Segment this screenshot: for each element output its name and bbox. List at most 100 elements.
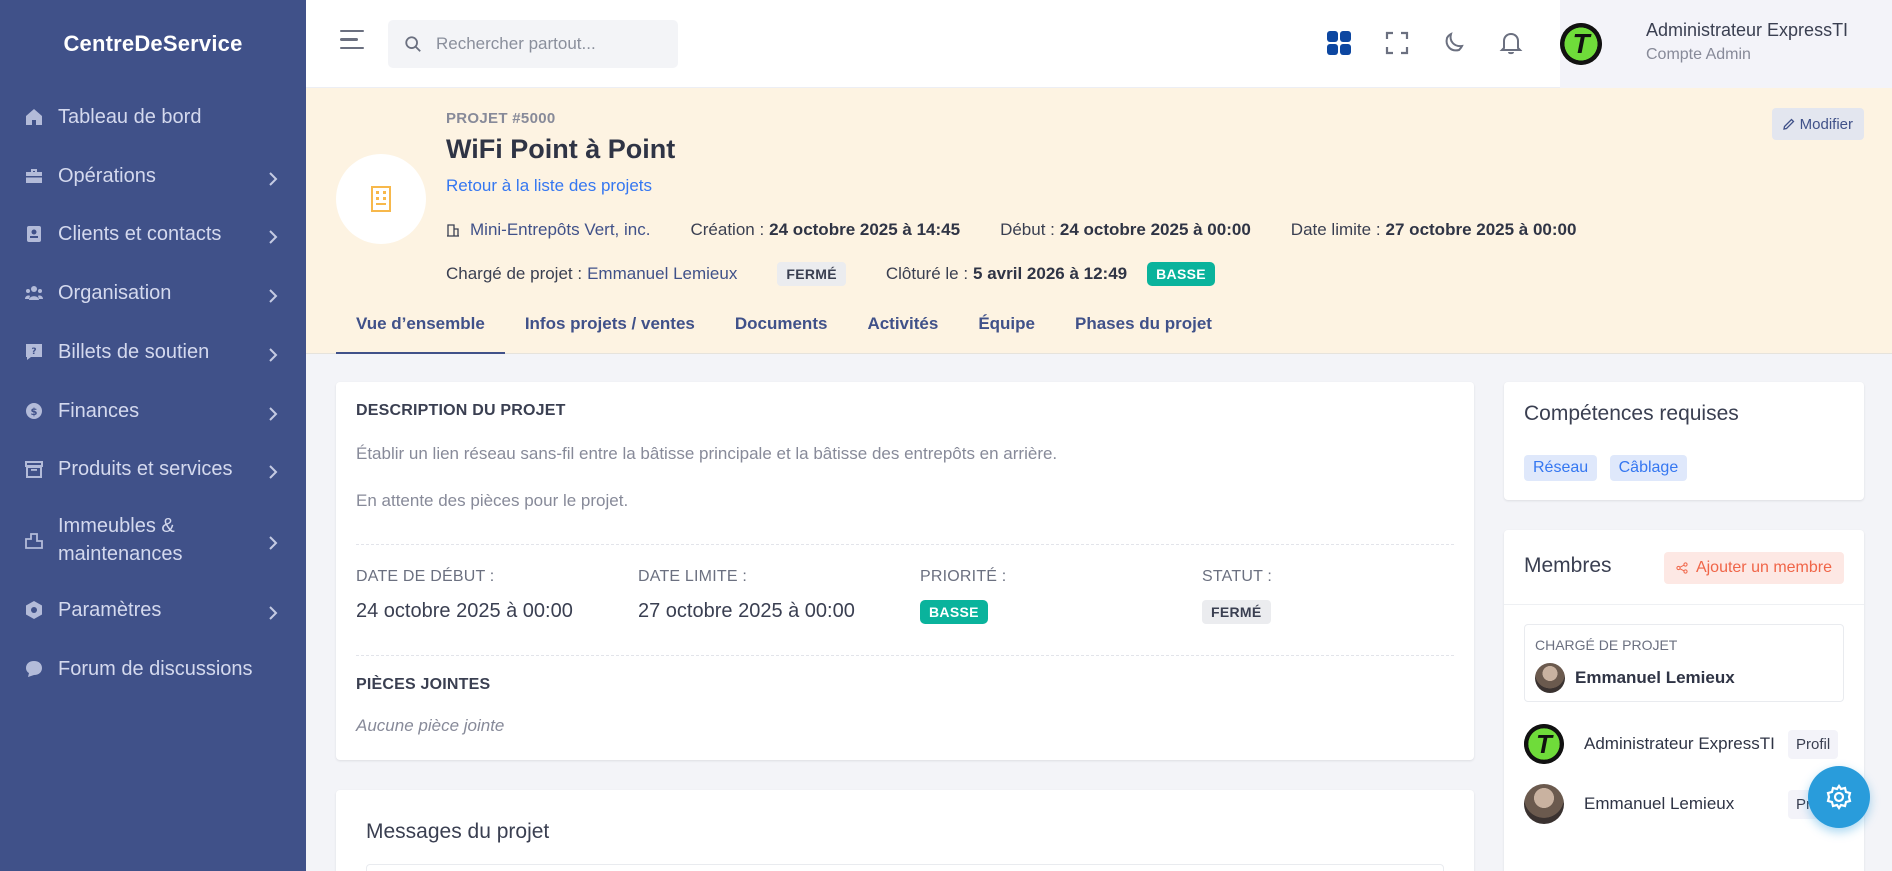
team-icon [24,283,44,303]
divider [1504,604,1864,605]
sidebar-item-tickets[interactable]: ? Billets de soutien [0,332,306,372]
status-block: STATUT : FERMÉ [1202,568,1272,624]
skills-title: Compétences requises [1524,402,1739,425]
ticket-icon: ? [24,342,44,362]
sidebar-item-finances[interactable]: $ Finances [0,391,306,431]
client-link[interactable]: Mini-Entrepôts Vert, inc. [470,220,650,240]
messages-title: Messages du projet [366,820,550,843]
user-avatar: T [1560,23,1602,65]
topbar: T Administrateur ExpressTI Compte Admin [306,0,1892,88]
chevron-right-icon [268,462,278,479]
chat-icon [24,659,44,679]
messages-card: Messages du projet [336,790,1474,871]
creation-label: Création : [690,220,765,239]
back-to-projects-link[interactable]: Retour à la liste des projets [446,176,652,196]
briefcase-icon [24,166,44,186]
sidebar-item-label: Opérations [58,165,156,187]
edit-button[interactable]: Modifier [1771,108,1864,140]
project-number: PROJET #5000 [446,110,556,127]
priority-badge: BASSE [1147,262,1215,286]
priority-label: PRIORITÉ : [920,568,1007,585]
skills-list: Réseau Câblage [1524,455,1695,481]
user-name: Administrateur ExpressTI [1646,20,1849,40]
manager-link[interactable]: Emmanuel Lemieux [587,264,737,284]
messages-panel [366,864,1444,871]
sidebar-item-forum[interactable]: Forum de discussions [0,649,306,689]
hamburger-menu-icon[interactable] [340,30,366,56]
start-label: Début : [1000,220,1055,239]
sidebar-item-dashboard[interactable]: Tableau de bord [0,97,306,137]
avatar: T [1524,724,1564,764]
tab-activities[interactable]: Activités [847,308,958,354]
tab-project-phases[interactable]: Phases du projet [1055,308,1232,354]
sidebar-item-label-line2: maintenances [58,543,183,565]
member-row: Emmanuel Lemieux [1524,784,1734,824]
sidebar-item-label: Finances [58,400,140,422]
tab-project-info-sales[interactable]: Infos projets / ventes [505,308,715,354]
edit-button-label: Modifier [1799,115,1853,133]
home-icon [24,107,44,127]
search-icon [405,36,421,52]
deadline-block: DATE LIMITE : 27 octobre 2025 à 00:00 [638,568,855,623]
start-date-label: DATE DE DÉBUT : [356,568,495,585]
tab-overview[interactable]: Vue d’ensemble [336,308,505,354]
user-menu[interactable]: T Administrateur ExpressTI Compte Admin [1560,0,1892,88]
deadline-value: 27 octobre 2025 à 00:00 [1385,220,1577,239]
deadline-label: Date limite : [1290,220,1381,239]
building-icon [24,530,44,550]
search-box [388,20,678,68]
manager-label: Chargé de projet : [446,264,583,283]
gear-icon [1826,784,1852,810]
tab-documents[interactable]: Documents [715,308,848,354]
manager-caption: CHARGÉ DE PROJET [1535,637,1678,653]
avatar [1535,663,1565,693]
tab-team[interactable]: Équipe [958,308,1055,354]
manager-row: Emmanuel Lemieux [1535,663,1735,693]
fullscreen-icon[interactable] [1382,28,1412,58]
svg-text:?: ? [31,347,36,357]
skill-tag: Réseau [1524,455,1598,481]
notification-bell-icon[interactable] [1496,28,1526,58]
sidebar-item-label: Paramètres [58,599,162,621]
chevron-right-icon [268,169,278,186]
members-title: Membres [1524,554,1612,577]
sidebar-item-label: Billets de soutien [58,341,210,363]
profile-button[interactable]: Profil [1788,730,1839,759]
sidebar-item-settings[interactable]: Paramètres [0,590,306,630]
apps-grid-icon[interactable] [1324,28,1354,58]
share-icon [1676,562,1688,574]
dark-mode-moon-icon[interactable] [1439,28,1469,58]
brand-logo[interactable]: CentreDeService [0,0,306,88]
description-title: DESCRIPTION DU PROJET [356,402,566,419]
skill-tag: Câblage [1609,455,1688,481]
customizer-settings-button[interactable] [1808,766,1870,828]
project-meta-row-1: Mini-Entrepôts Vert, inc. Création : 24 … [446,220,1576,240]
svg-text:$: $ [31,407,38,418]
add-member-button[interactable]: Ajouter un membre [1663,552,1844,584]
project-manager-box: CHARGÉ DE PROJET Emmanuel Lemieux [1524,624,1844,702]
sidebar-item-products[interactable]: Produits et services [0,449,306,489]
sidebar-item-organisation[interactable]: Organisation [0,273,306,313]
sidebar-item-operations[interactable]: Opérations [0,156,306,196]
building-icon [371,186,391,212]
contact-card-icon [24,224,44,244]
closed-value: 5 avril 2026 à 12:49 [973,264,1128,283]
sidebar-item-clients[interactable]: Clients et contacts [0,214,306,254]
attachments-title: PIÈCES JOINTES [356,676,491,693]
sidebar-item-buildings[interactable]: Immeubles & maintenances [0,510,306,570]
user-names: Administrateur ExpressTI Compte Admin [1646,20,1848,64]
sidebar: CentreDeService Tableau de bord Opératio… [0,0,306,871]
chevron-right-icon [268,533,278,550]
description-note: En attente des pièces pour le projet. [356,491,629,510]
start-date-value: 24 octobre 2025 à 00:00 [356,600,573,622]
deadline-value: 27 octobre 2025 à 00:00 [638,600,855,622]
project-header: PROJET #5000 WiFi Point à Point Retour à… [306,88,1892,354]
priority-block: PRIORITÉ : BASSE [920,568,1006,624]
description-text: Établir un lien réseau sans-fil entre la… [356,444,1058,463]
sidebar-item-label: Produits et services [58,458,233,480]
search-input[interactable] [436,34,656,54]
status-badge: FERMÉ [777,262,846,286]
creation-value: 24 octobre 2025 à 14:45 [769,220,961,239]
page-title: WiFi Point à Point [446,134,676,164]
add-member-label: Ajouter un membre [1695,559,1832,576]
